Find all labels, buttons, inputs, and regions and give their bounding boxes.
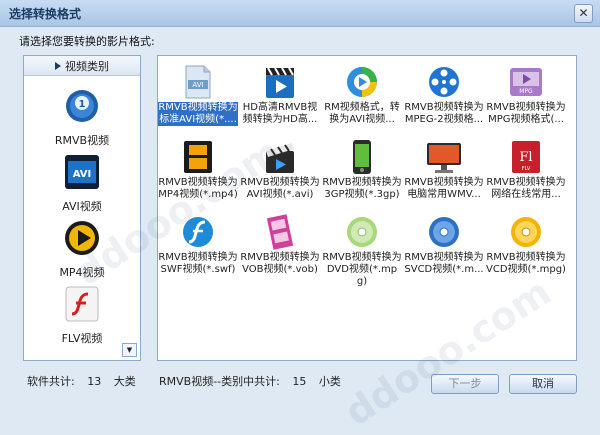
cancel-button[interactable]: 取消 [509, 374, 577, 394]
format-label: RMVB视频转换为SWF视频(*.swf) [158, 252, 238, 275]
next-button[interactable]: 下一步 [431, 374, 499, 394]
software-total-unit: 大类 [113, 375, 136, 388]
flash-icon: Fl FLV [512, 141, 540, 173]
format-label: RMVB视频转换为MPG视频格式(... [486, 102, 566, 125]
title-bar: 选择转换格式 ✕ [0, 0, 600, 27]
category-total-unit: 小类 [318, 375, 341, 388]
format-item-3gp[interactable]: RMVB视频转换为3GP视频(*.3gp) [322, 137, 402, 213]
avi-icon: AVI [65, 155, 99, 189]
format-item-mp4[interactable]: RMVB视频转换为MP4视频(*.mp4) [158, 137, 238, 213]
mp4-icon [65, 221, 99, 255]
format-item-dvd[interactable]: RMVB视频转换为DVD视频(*.mpg) [322, 212, 402, 288]
svg-text:FLV: FLV [522, 166, 531, 172]
format-item-mpg[interactable]: MPG RMVB视频转换为MPG视频格式(... [486, 62, 566, 138]
software-total-label: 软件共计: [27, 375, 75, 388]
svg-text:AVI: AVI [73, 169, 92, 180]
category-label: AVI视频 [62, 200, 102, 213]
category-label: RMVB视频 [54, 134, 110, 147]
format-label: RMVB视频转换为VCD视频(*.mpg) [486, 252, 566, 275]
film-strip-icon [266, 214, 294, 250]
format-grid: AVI RMVB视频转换为标准AVI视频(*.... HD高清RMVB视频转换为… [157, 55, 577, 361]
avi-file-icon: AVI [185, 65, 211, 99]
svg-text:1: 1 [79, 99, 86, 110]
format-label: RMVB视频转换为网络在线常用... [486, 177, 566, 200]
category-flv[interactable]: FLV视频 [24, 284, 140, 346]
format-item-rm[interactable]: RM视频格式，转换为AVI视频... [322, 62, 402, 138]
format-item-swf[interactable]: RMVB视频转换为SWF视频(*.swf) [158, 212, 238, 288]
format-label: RMVB视频转换为标准AVI视频(*.... [158, 102, 238, 126]
close-button[interactable]: ✕ [574, 4, 593, 23]
flv-icon [65, 286, 99, 322]
rmvb-icon: 1 [66, 90, 98, 122]
category-sidebar: 视频类别 1 RMVB视频 AVI AVI视频 MP4视频 FLV视频 ▼ [23, 55, 141, 361]
svg-text:MPG: MPG [519, 88, 533, 95]
format-label: HD高清RMVB视频转换为HD高... [242, 102, 318, 125]
format-item-avi[interactable]: RMVB视频转换为AVI视频(*.avi) [240, 137, 320, 213]
format-item-vcd[interactable]: RMVB视频转换为VCD视频(*.mpg) [486, 212, 566, 288]
svcd-disc-icon [429, 217, 459, 247]
format-item-flv[interactable]: Fl FLV RMVB视频转换为网络在线常用... [486, 137, 566, 213]
format-item-mpeg2[interactable]: RMVB视频转换为MPEG-2视频格... [404, 62, 484, 138]
player-icon [347, 67, 377, 97]
mp4-film-icon [184, 141, 212, 173]
sidebar-header[interactable]: 视频类别 [24, 56, 140, 76]
window-title: 选择转换格式 [9, 7, 82, 21]
format-label: RM视频格式，转换为AVI视频... [324, 102, 400, 125]
film-reel-icon [429, 67, 459, 97]
format-item-hd[interactable]: HD高清RMVB视频转换为HD高... [240, 62, 320, 138]
format-item-wmv[interactable]: RMVB视频转换为电脑常用WMV... [404, 137, 484, 213]
software-total-count: 13 [87, 375, 102, 388]
format-label: RMVB视频转换为DVD视频(*.mpg) [322, 252, 402, 287]
format-label: RMVB视频转换为3GP视频(*.3gp) [322, 177, 402, 200]
category-total-count: 15 [292, 375, 307, 388]
svg-text:AVI: AVI [192, 81, 203, 89]
category-avi[interactable]: AVI AVI视频 [24, 152, 140, 214]
category-total-label: RMVB视频--类别中共计: [159, 375, 280, 388]
hd-clapper-icon [266, 67, 294, 98]
format-label: RMVB视频转换为电脑常用WMV... [404, 177, 484, 200]
clapper-icon [266, 143, 294, 173]
dvd-disc-icon [347, 217, 377, 247]
format-label: RMVB视频转换为MP4视频(*.mp4) [158, 177, 238, 200]
format-item-svcd[interactable]: RMVB视频转换为SVCD视频(*.m... [404, 212, 484, 288]
monitor-icon [427, 143, 461, 173]
format-label: RMVB视频转换为MPEG-2视频格... [404, 102, 484, 125]
software-total: 软件共计: 13 大类 [27, 373, 145, 389]
expand-triangle-icon [55, 61, 61, 70]
format-label: RMVB视频转换为SVCD视频(*.m... [404, 252, 484, 275]
swf-icon [183, 217, 213, 247]
format-item-avi-standard[interactable]: AVI RMVB视频转换为标准AVI视频(*.... [158, 62, 238, 138]
mpg-icon: MPG [510, 68, 542, 96]
scroll-down-button[interactable]: ▼ [122, 343, 137, 357]
format-label: RMVB视频转换为VOB视频(*.vob) [240, 252, 320, 275]
category-label: MP4视频 [59, 266, 105, 279]
phone-icon [353, 140, 371, 174]
sidebar-header-label: 视频类别 [65, 59, 109, 73]
svg-text:Fl: Fl [519, 150, 532, 165]
prompt-label: 请选择您要转换的影片格式: [19, 35, 155, 48]
format-label: RMVB视频转换为AVI视频(*.avi) [240, 177, 320, 200]
category-total: RMVB视频--类别中共计: 15 小类 [159, 373, 350, 389]
category-mp4[interactable]: MP4视频 [24, 218, 140, 280]
category-rmvb[interactable]: 1 RMVB视频 [24, 86, 140, 148]
format-item-vob[interactable]: RMVB视频转换为VOB视频(*.vob) [240, 212, 320, 288]
vcd-disc-icon [511, 217, 541, 247]
